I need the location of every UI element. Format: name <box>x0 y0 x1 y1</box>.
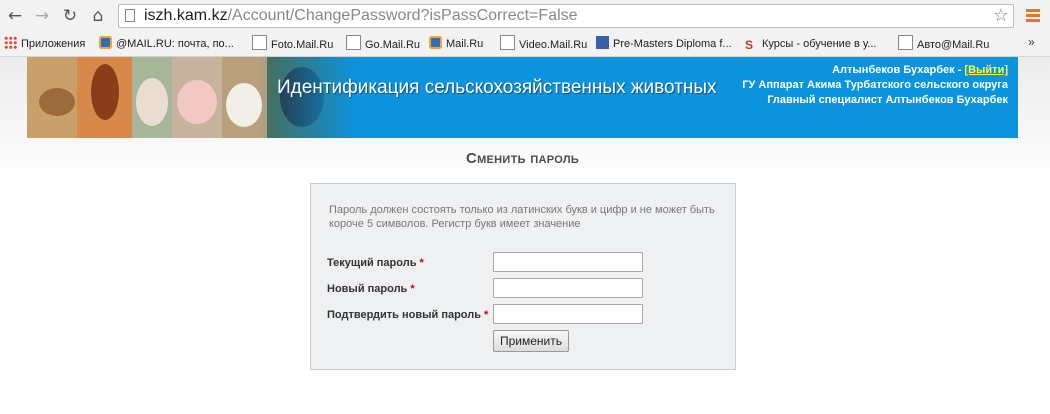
mail-ru-icon <box>99 36 112 49</box>
bookmark-label: Foto.Mail.Ru <box>271 39 334 51</box>
user-name: Алтынбеков Бухарбек - <box>832 64 965 76</box>
browser-toolbar: ← → ↻ ⌂ iszh.kam.kz/Account/ChangePasswo… <box>0 0 1050 33</box>
bookmarks-bar: Приложения @MAIL.RU: почта, по... Foto.M… <box>0 32 1050 57</box>
page-title: Сменить пароль <box>0 150 1045 167</box>
forward-icon[interactable]: → <box>31 5 53 27</box>
user-organization: ГУ Аппарат Акима Турбатского сельского о… <box>742 79 1008 91</box>
bookmark-courses[interactable]: S Курсы - обучение в у... <box>745 35 876 53</box>
bookmark-star-icon[interactable]: ☆ <box>993 5 1009 26</box>
page-icon <box>346 35 361 50</box>
field-label-text: Подтвердить новый пароль <box>327 309 481 321</box>
s-logo-icon: S <box>745 38 754 52</box>
bookmark-foto[interactable]: Foto.Mail.Ru <box>252 35 333 53</box>
bookmark-mail-ru[interactable]: Mail.Ru <box>429 35 483 53</box>
required-mark: * <box>484 309 489 321</box>
logout-link[interactable]: [Выйти] <box>964 64 1008 76</box>
home-icon[interactable]: ⌂ <box>87 5 109 27</box>
university-icon <box>596 36 609 49</box>
change-password-form: Пароль должен состоять только из латинск… <box>310 183 736 370</box>
current-password-label: Текущий пароль * <box>327 257 424 269</box>
new-password-input[interactable] <box>493 278 643 298</box>
mail-ru-icon <box>429 36 442 49</box>
bookmark-auto[interactable]: Авто@Mail.Ru <box>898 35 989 53</box>
url-path: /Account/ChangePassword?isPassCorrect=Fa… <box>227 7 578 24</box>
page-icon <box>252 35 267 50</box>
url-host: iszh.kam.kz <box>144 7 228 24</box>
user-info: Алтынбеков Бухарбек - [Выйти] ГУ Аппарат… <box>742 63 1008 108</box>
page-icon <box>125 9 135 22</box>
password-hint: Пароль должен состоять только из латинск… <box>329 204 715 230</box>
menu-icon[interactable] <box>1026 9 1040 23</box>
user-position: Главный специалист Алтынбеков Бухарбек <box>767 94 1008 106</box>
bookmark-mail-ru-portal[interactable]: @MAIL.RU: почта, по... <box>99 35 234 53</box>
reload-icon[interactable]: ↻ <box>59 5 81 27</box>
bookmark-apps[interactable]: Приложения <box>4 35 85 53</box>
bookmark-label: Pre-Masters Diploma f... <box>613 38 732 50</box>
bookmark-video[interactable]: Video.Mail.Ru <box>500 35 587 53</box>
bookmarks-more-button[interactable]: » <box>1028 35 1035 49</box>
bookmark-label: Go.Mail.Ru <box>365 39 421 51</box>
new-password-label: Новый пароль * <box>327 283 415 295</box>
page-icon <box>898 35 913 50</box>
site-title: Идентификация сельскохозяйственных живот… <box>277 77 717 98</box>
address-bar[interactable]: iszh.kam.kz/Account/ChangePassword?isPas… <box>118 4 1014 28</box>
field-label-text: Текущий пароль <box>327 257 417 269</box>
confirm-password-label: Подтвердить новый пароль * <box>327 309 488 321</box>
bookmark-label: Mail.Ru <box>446 38 484 50</box>
bookmark-label: Авто@Mail.Ru <box>917 39 990 51</box>
bookmark-label: @MAIL.RU: почта, по... <box>116 38 234 50</box>
page-title-text: Сменить пароль <box>465 150 580 167</box>
site-banner: Идентификация сельскохозяйственных живот… <box>27 57 1018 138</box>
bookmark-label: Video.Mail.Ru <box>519 39 588 51</box>
bookmark-pre-masters[interactable]: Pre-Masters Diploma f... <box>596 35 732 53</box>
bookmark-label: Курсы - обучение в у... <box>762 38 877 50</box>
confirm-password-input[interactable] <box>493 304 643 324</box>
url-text[interactable]: iszh.kam.kz/Account/ChangePassword?isPas… <box>144 7 578 25</box>
current-password-input[interactable] <box>493 252 643 272</box>
page-icon <box>500 35 515 50</box>
back-icon[interactable]: ← <box>4 5 26 27</box>
required-mark: * <box>419 257 424 269</box>
apply-button[interactable]: Применить <box>493 330 570 352</box>
bookmark-label: Приложения <box>21 38 86 50</box>
apps-icon <box>4 36 17 49</box>
required-mark: * <box>410 283 415 295</box>
bookmark-go[interactable]: Go.Mail.Ru <box>346 35 420 53</box>
field-label-text: Новый пароль <box>327 283 408 295</box>
